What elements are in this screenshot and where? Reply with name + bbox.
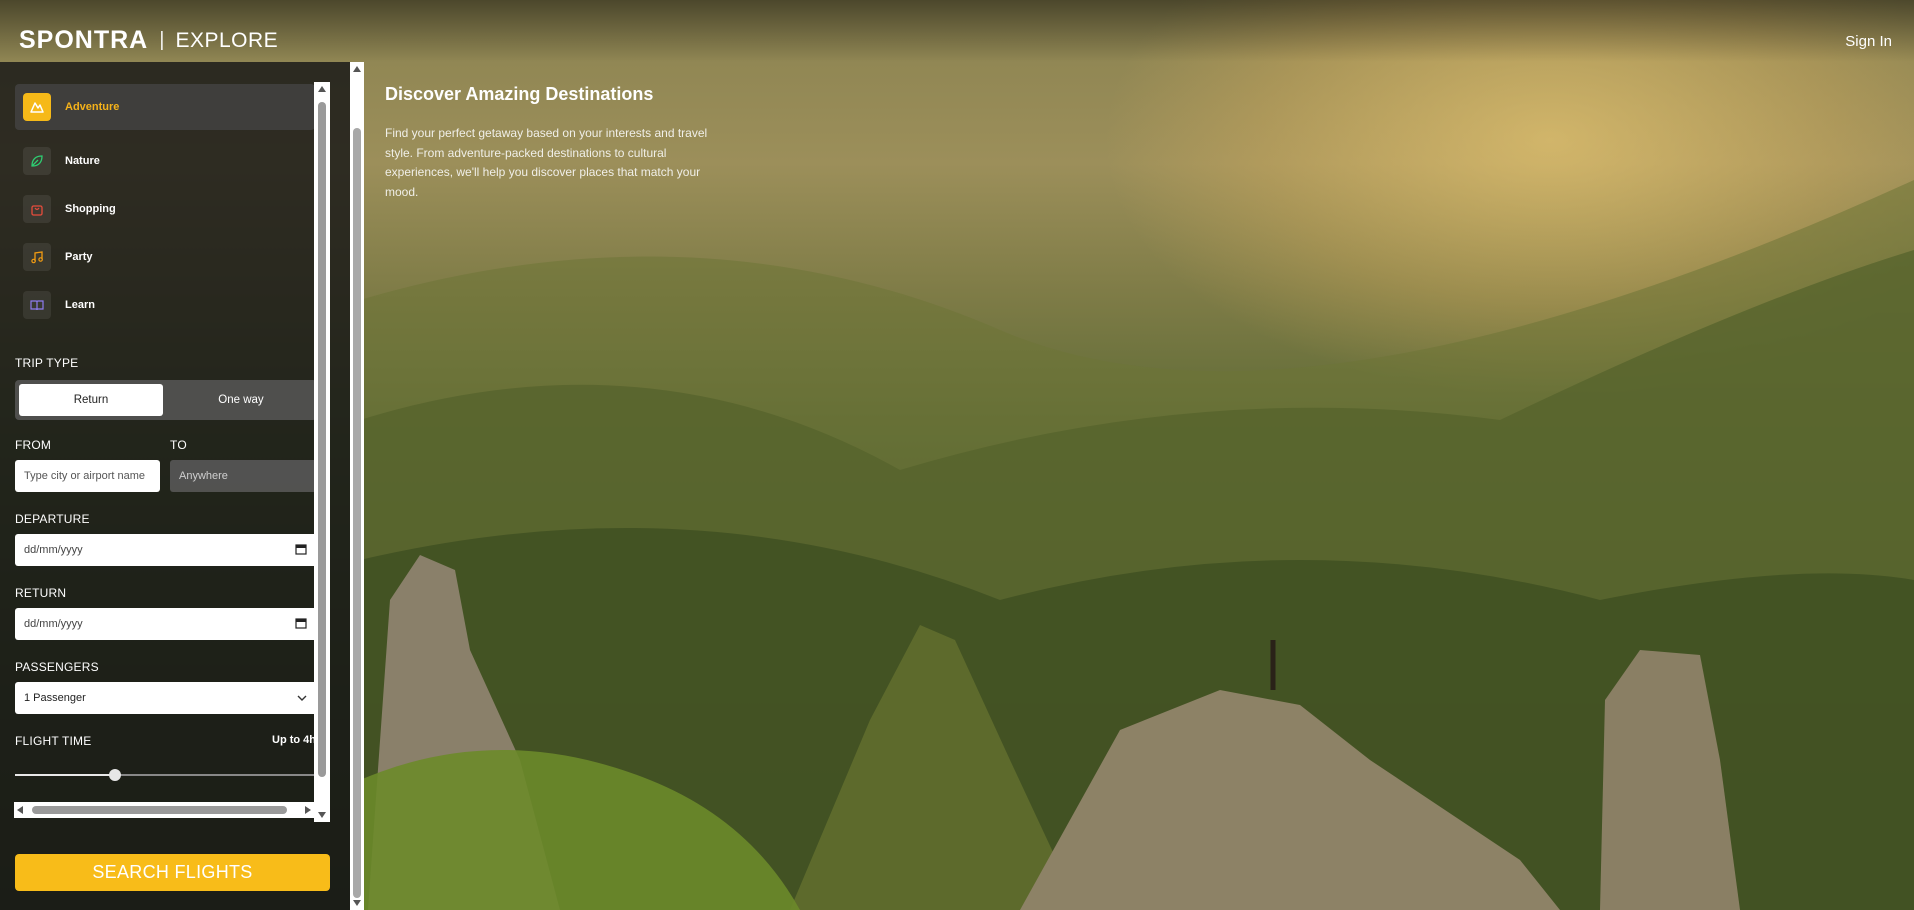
passengers-value: 1 Passenger (24, 692, 86, 704)
flight-time-label: FLIGHT TIME (15, 734, 92, 748)
scroll-right-arrow-icon[interactable] (305, 806, 311, 814)
book-icon (23, 291, 51, 319)
return-date-value: dd/mm/yyyy (24, 618, 83, 630)
category-learn[interactable]: Learn (15, 282, 315, 328)
scroll-left-arrow-icon[interactable] (17, 806, 23, 814)
slider-fill (15, 774, 116, 776)
calendar-icon[interactable] (295, 543, 307, 555)
calendar-icon[interactable] (295, 617, 307, 629)
trip-option-one-way[interactable]: One way (169, 384, 313, 416)
trip-option-return[interactable]: Return (19, 384, 163, 416)
trip-type-label: TRIP TYPE (15, 356, 79, 370)
scroll-up-arrow-icon[interactable] (318, 86, 326, 92)
category-shopping[interactable]: Shopping (15, 186, 315, 232)
to-input[interactable]: Anywhere (170, 460, 318, 492)
category-label: Shopping (65, 203, 116, 215)
category-label: Nature (65, 155, 100, 167)
sidebar-scroll-panel: Adventure Nature Shopping Party Learn TR… (8, 82, 330, 882)
top-navigation-bar (0, 0, 1914, 62)
flight-time-value: Up to 4h (272, 734, 316, 746)
slider-handle[interactable] (109, 769, 122, 781)
mountain-icon (23, 93, 51, 121)
search-flights-button[interactable]: SEARCH FLIGHTS (15, 854, 330, 891)
to-placeholder: Anywhere (179, 470, 228, 482)
category-party[interactable]: Party (15, 234, 315, 280)
shopping-bag-icon (23, 195, 51, 223)
scrollbar-thumb[interactable] (318, 102, 326, 777)
brand-section: EXPLORE (175, 28, 279, 52)
departure-date-input[interactable]: dd/mm/yyyy (15, 534, 317, 566)
scrollbar-thumb[interactable] (353, 128, 361, 898)
scrollbar-thumb[interactable] (32, 806, 287, 814)
passengers-label: PASSENGERS (15, 660, 99, 674)
scroll-down-arrow-icon[interactable] (353, 900, 361, 906)
passengers-select[interactable]: 1 Passenger (15, 682, 317, 714)
return-label: RETURN (15, 586, 67, 600)
from-label: FROM (15, 438, 52, 452)
scroll-up-arrow-icon[interactable] (353, 66, 361, 72)
category-label: Party (65, 251, 93, 263)
category-label: Learn (65, 299, 95, 311)
brand-name: SPONTRA (19, 26, 149, 54)
to-label: TO (170, 438, 187, 452)
category-adventure[interactable]: Adventure (15, 84, 315, 130)
search-sidebar: Adventure Nature Shopping Party Learn TR… (0, 62, 364, 910)
from-placeholder: Type city or airport name (24, 470, 146, 482)
brand-separator: | (159, 29, 165, 51)
departure-date-value: dd/mm/yyyy (24, 544, 83, 556)
category-nature[interactable]: Nature (15, 138, 315, 184)
music-note-icon (23, 243, 51, 271)
chevron-down-icon (297, 695, 307, 701)
category-label: Adventure (65, 101, 120, 113)
return-date-input[interactable]: dd/mm/yyyy (15, 608, 317, 640)
hero-description: Find your perfect getaway based on your … (385, 126, 708, 199)
sidebar-outer-scrollbar[interactable] (350, 62, 364, 910)
scroll-down-arrow-icon[interactable] (318, 812, 326, 818)
panel-vertical-scrollbar[interactable] (314, 82, 330, 822)
leaf-icon (23, 147, 51, 175)
brand-logo[interactable]: SPONTRA | EXPLORE (19, 26, 278, 55)
from-input[interactable]: Type city or airport name (15, 460, 160, 492)
flight-time-slider[interactable] (15, 769, 319, 781)
hero-title: Discover Amazing Destinations (385, 84, 654, 104)
sign-in-link[interactable]: Sign In (1845, 33, 1892, 50)
departure-label: DEPARTURE (15, 512, 90, 526)
trip-type-toggle: Return One way (15, 380, 317, 420)
panel-horizontal-scrollbar[interactable] (14, 802, 314, 818)
